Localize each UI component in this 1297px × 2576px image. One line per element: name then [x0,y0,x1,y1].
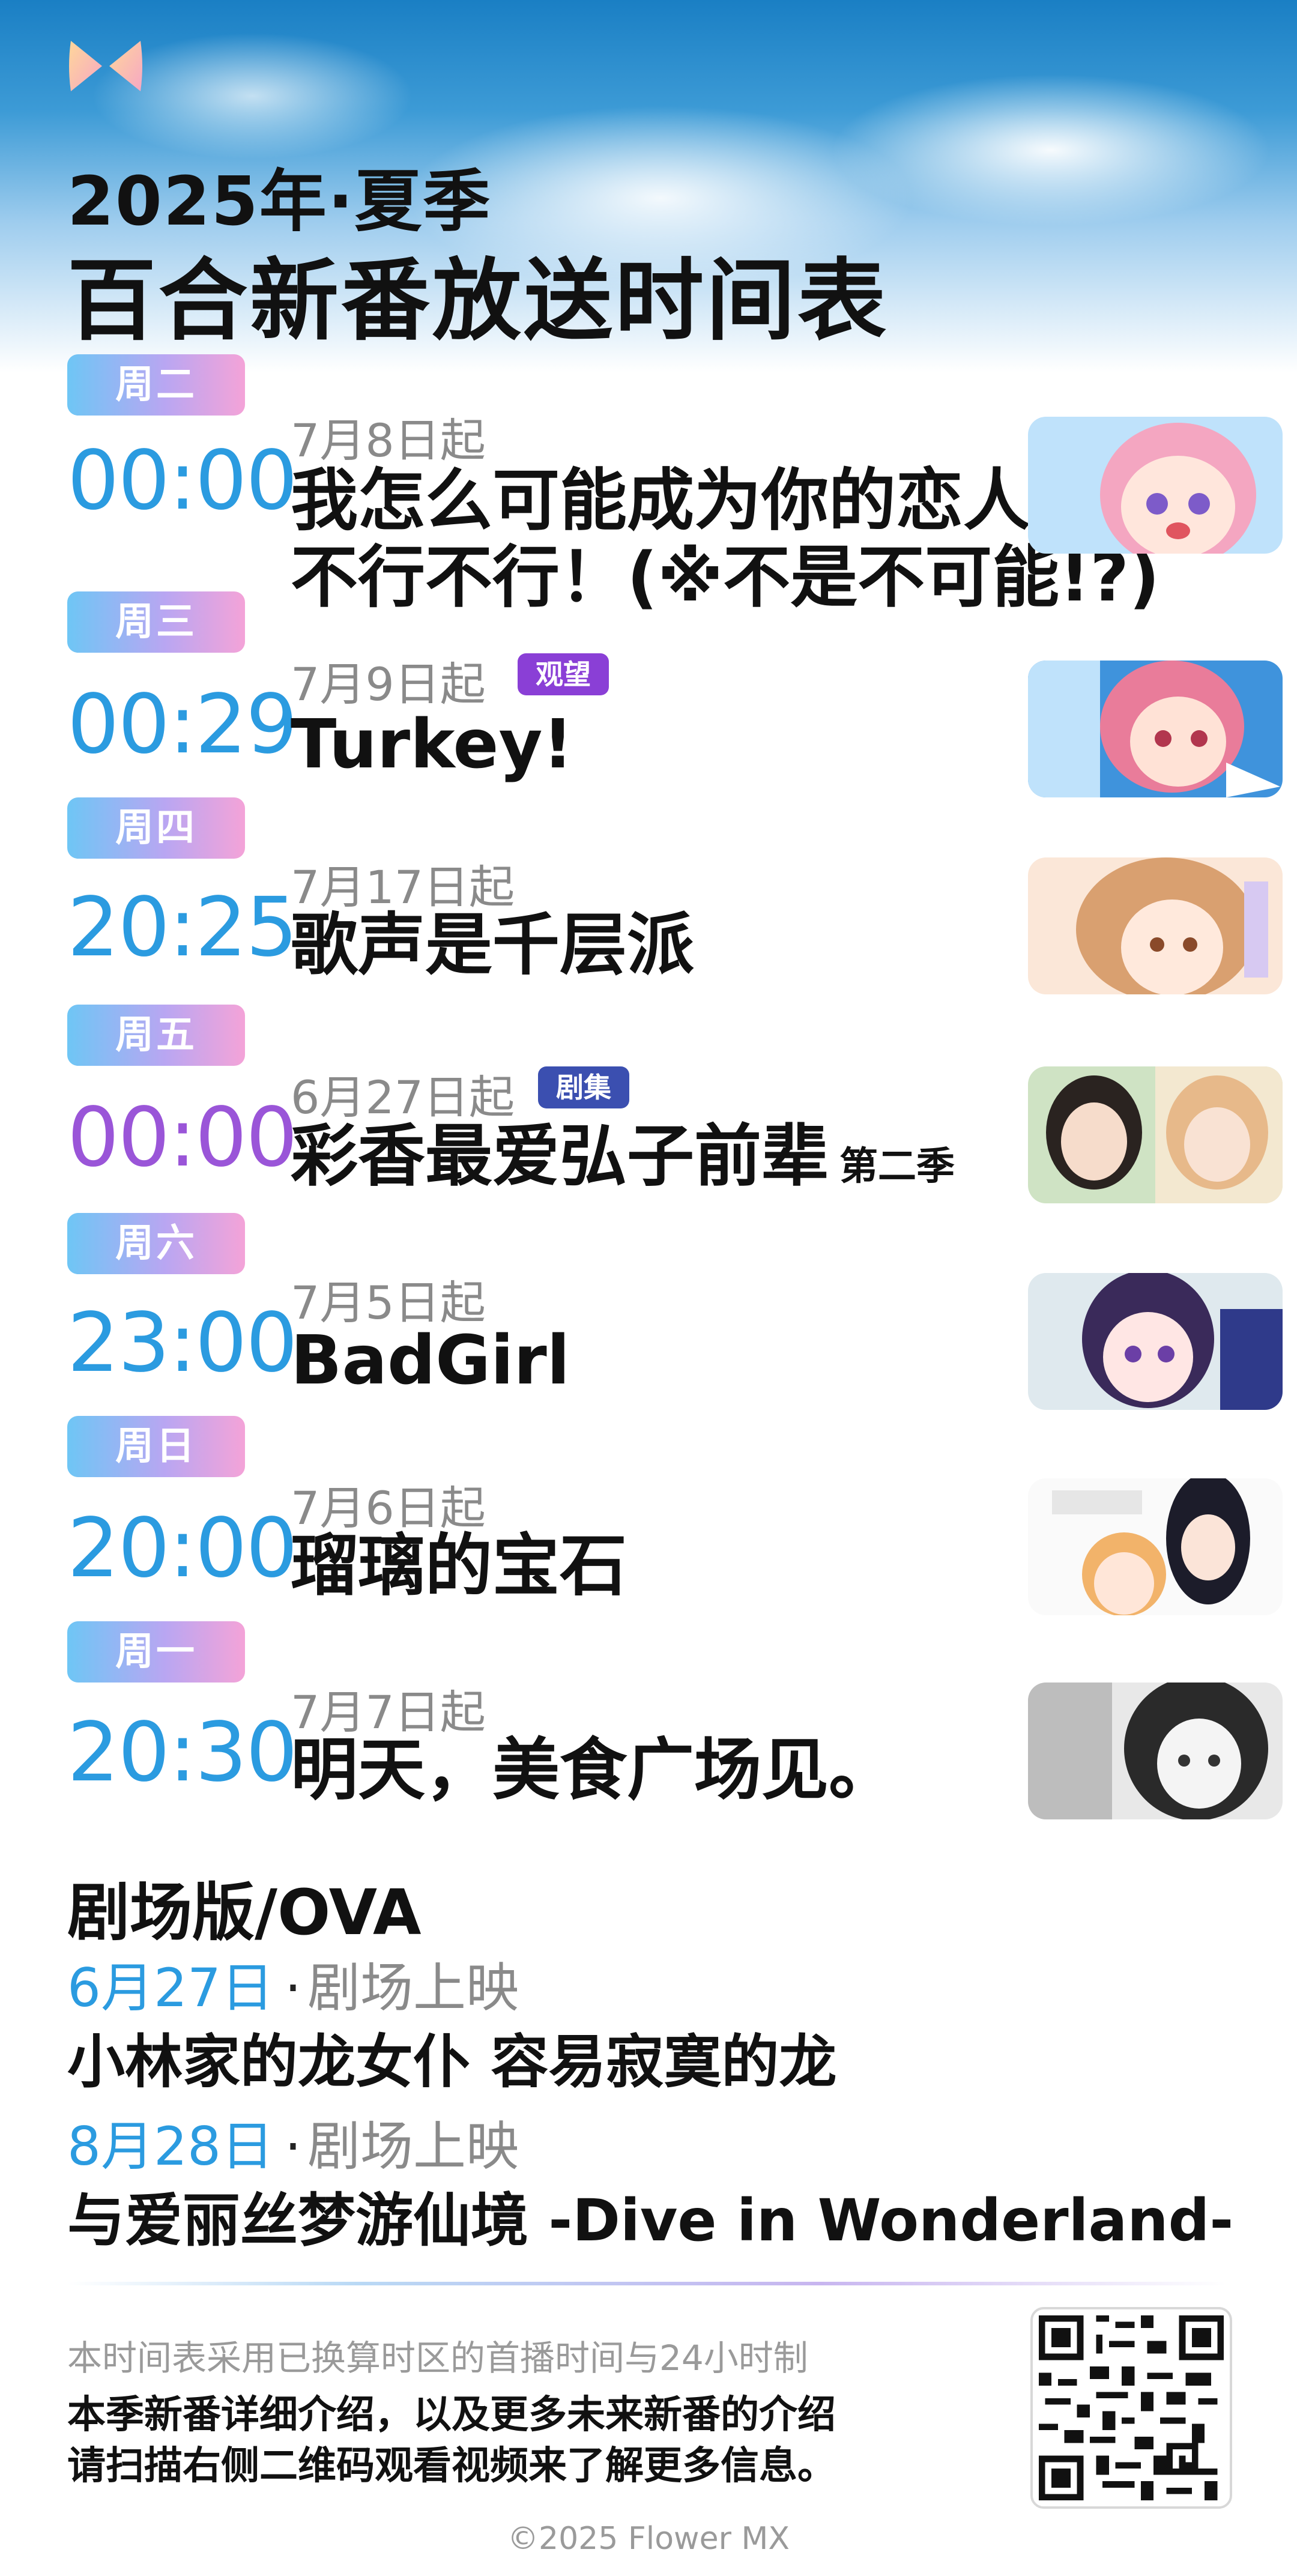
day-badge-sun: 周日 [67,1416,245,1477]
separator-dot: · [284,2115,301,2177]
copyright: ©2025 Flower MX [507,2521,790,2557]
show-title: 歌声是千层派 [291,906,694,984]
show-thumbnail [1028,417,1283,554]
show-thumbnail [1028,1478,1283,1615]
movie-date-line: 8月28日 · 剧场上映 [67,2104,519,2180]
air-time: 20:25 [67,880,298,975]
status-badge: 剧集 [538,1066,629,1108]
show-title: 明天，美食广场见。 [291,1731,896,1809]
air-time: 00:00 [67,434,298,528]
show-title-line2: 不行不行！(※不是不可能!?) [291,539,1160,617]
show-title: 瑠璃的宝石 [291,1527,627,1605]
day-badge-fri: 周五 [67,1005,245,1066]
show-title: BadGirl [291,1322,570,1400]
day-badge-thu: 周四 [67,797,245,859]
release-type: 剧场上映 [307,1957,519,2019]
air-time: 00:00 [67,1090,298,1185]
bow-logo-icon [67,37,144,95]
air-time: 20:00 [67,1501,298,1596]
movies-section-title: 剧场版/OVA [67,1876,422,1949]
air-time: 00:29 [67,677,298,772]
movie-date-line: 6月27日 · 剧场上映 [67,1946,519,2022]
day-badge-mon: 周一 [67,1621,245,1683]
movie-title: 与爱丽丝梦游仙境 -Dive in Wonderland- [67,2187,1234,2254]
day-badge-tue: 周二 [67,354,245,416]
info-note-line1: 本季新番详细介绍，以及更多未来新番的介绍 [67,2393,836,2437]
show-title: 彩香最爱弘子前辈 第二季 [291,1117,955,1196]
day-badge-wed: 周三 [67,591,245,653]
movie-title: 小林家的龙女仆 容易寂寞的龙 [67,2028,837,2096]
day-badge-sat: 周六 [67,1213,245,1274]
show-thumbnail [1028,1066,1283,1203]
show-thumbnail [1028,1273,1283,1410]
season-label: 第二季 [839,1144,955,1189]
show-thumbnail [1028,1683,1283,1819]
show-title: 我怎么可能成为你的恋人， [291,462,1098,540]
status-badge: 观望 [518,653,609,695]
movie-date: 6月27日 [67,1957,274,2019]
air-time: 23:00 [67,1296,298,1391]
timezone-note: 本时间表采用已换算时区的首播时间与24小时制 [67,2338,808,2378]
start-date: 7月8日起 [291,414,486,467]
separator-dot: · [284,1957,301,2019]
movie-date: 8月28日 [67,2115,274,2177]
start-date: 7月9日起 [291,658,486,711]
show-thumbnail [1028,661,1283,797]
release-type: 剧场上映 [307,2115,519,2177]
page-title: 百合新番放送时间表 [67,249,889,352]
start-date: 6月27日起 [291,1071,515,1124]
show-thumbnail [1028,857,1283,994]
qr-code-icon[interactable] [1030,2307,1232,2509]
footer-divider [67,2282,1226,2285]
info-note-line2: 请扫描右侧二维码观看视频来了解更多信息。 [67,2444,836,2488]
show-title: Turkey! [291,706,573,784]
air-time: 20:30 [67,1705,298,1800]
